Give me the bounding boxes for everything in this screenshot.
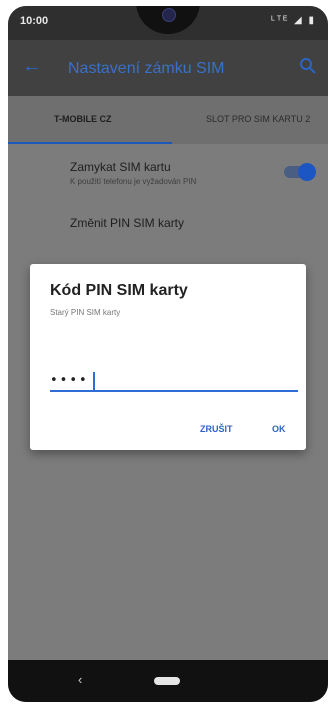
toggle-thumb xyxy=(298,163,316,181)
search-icon[interactable] xyxy=(298,56,318,76)
tab-indicator xyxy=(8,142,172,144)
app-bar: ← Nastavení zámku SIM xyxy=(8,40,328,96)
dialog-subtitle: Starý PIN SIM karty xyxy=(50,308,121,317)
status-time: 10:00 xyxy=(20,15,49,27)
tab-slot-sim-2[interactable]: SLOT PRO SIM KARTU 2 xyxy=(206,114,310,124)
lock-sim-title: Zamykat SIM kartu xyxy=(70,160,171,174)
dialog-title: Kód PIN SIM karty xyxy=(50,282,188,299)
tab-t-mobile-cz[interactable]: T-MOBILE CZ xyxy=(54,114,112,124)
nav-back-icon[interactable]: ‹ xyxy=(78,672,82,687)
camera-notch xyxy=(136,6,200,34)
lock-sim-subtitle: K použití telefonu je vyžadován PIN xyxy=(70,177,197,186)
nav-home-pill[interactable] xyxy=(154,677,180,685)
phone-frame: 10:00 ᴸᵀᴱ ◢ ▮ ← Nastavení zámku SIM T-MO… xyxy=(0,0,336,706)
status-icons: ᴸᵀᴱ ◢ ▮ xyxy=(271,15,316,26)
navigation-bar: ‹ xyxy=(8,660,328,702)
change-pin-title: Změnit PIN SIM karty xyxy=(70,216,185,230)
text-caret xyxy=(93,372,95,390)
ok-button[interactable]: OK xyxy=(272,424,286,434)
pin-dialog: Kód PIN SIM karty Starý PIN SIM karty ZR… xyxy=(30,264,306,450)
sim-tabs: T-MOBILE CZ SLOT PRO SIM KARTU 2 xyxy=(8,96,328,144)
phone-screen: 10:00 ᴸᵀᴱ ◢ ▮ ← Nastavení zámku SIM T-MO… xyxy=(8,6,328,702)
status-bar: 10:00 ᴸᵀᴱ ◢ ▮ xyxy=(8,6,328,40)
change-pin-setting[interactable]: Změnit PIN SIM karty xyxy=(70,216,184,230)
pin-input[interactable] xyxy=(50,370,298,392)
page-title: Nastavení zámku SIM xyxy=(68,60,225,77)
lock-sim-toggle[interactable] xyxy=(284,163,316,181)
arrow-back-icon[interactable]: ← xyxy=(22,56,42,76)
lock-sim-setting[interactable]: Zamykat SIM kartu K použití telefonu je … xyxy=(70,160,196,186)
camera-icon xyxy=(162,8,176,22)
cancel-button[interactable]: ZRUŠIT xyxy=(200,424,233,434)
